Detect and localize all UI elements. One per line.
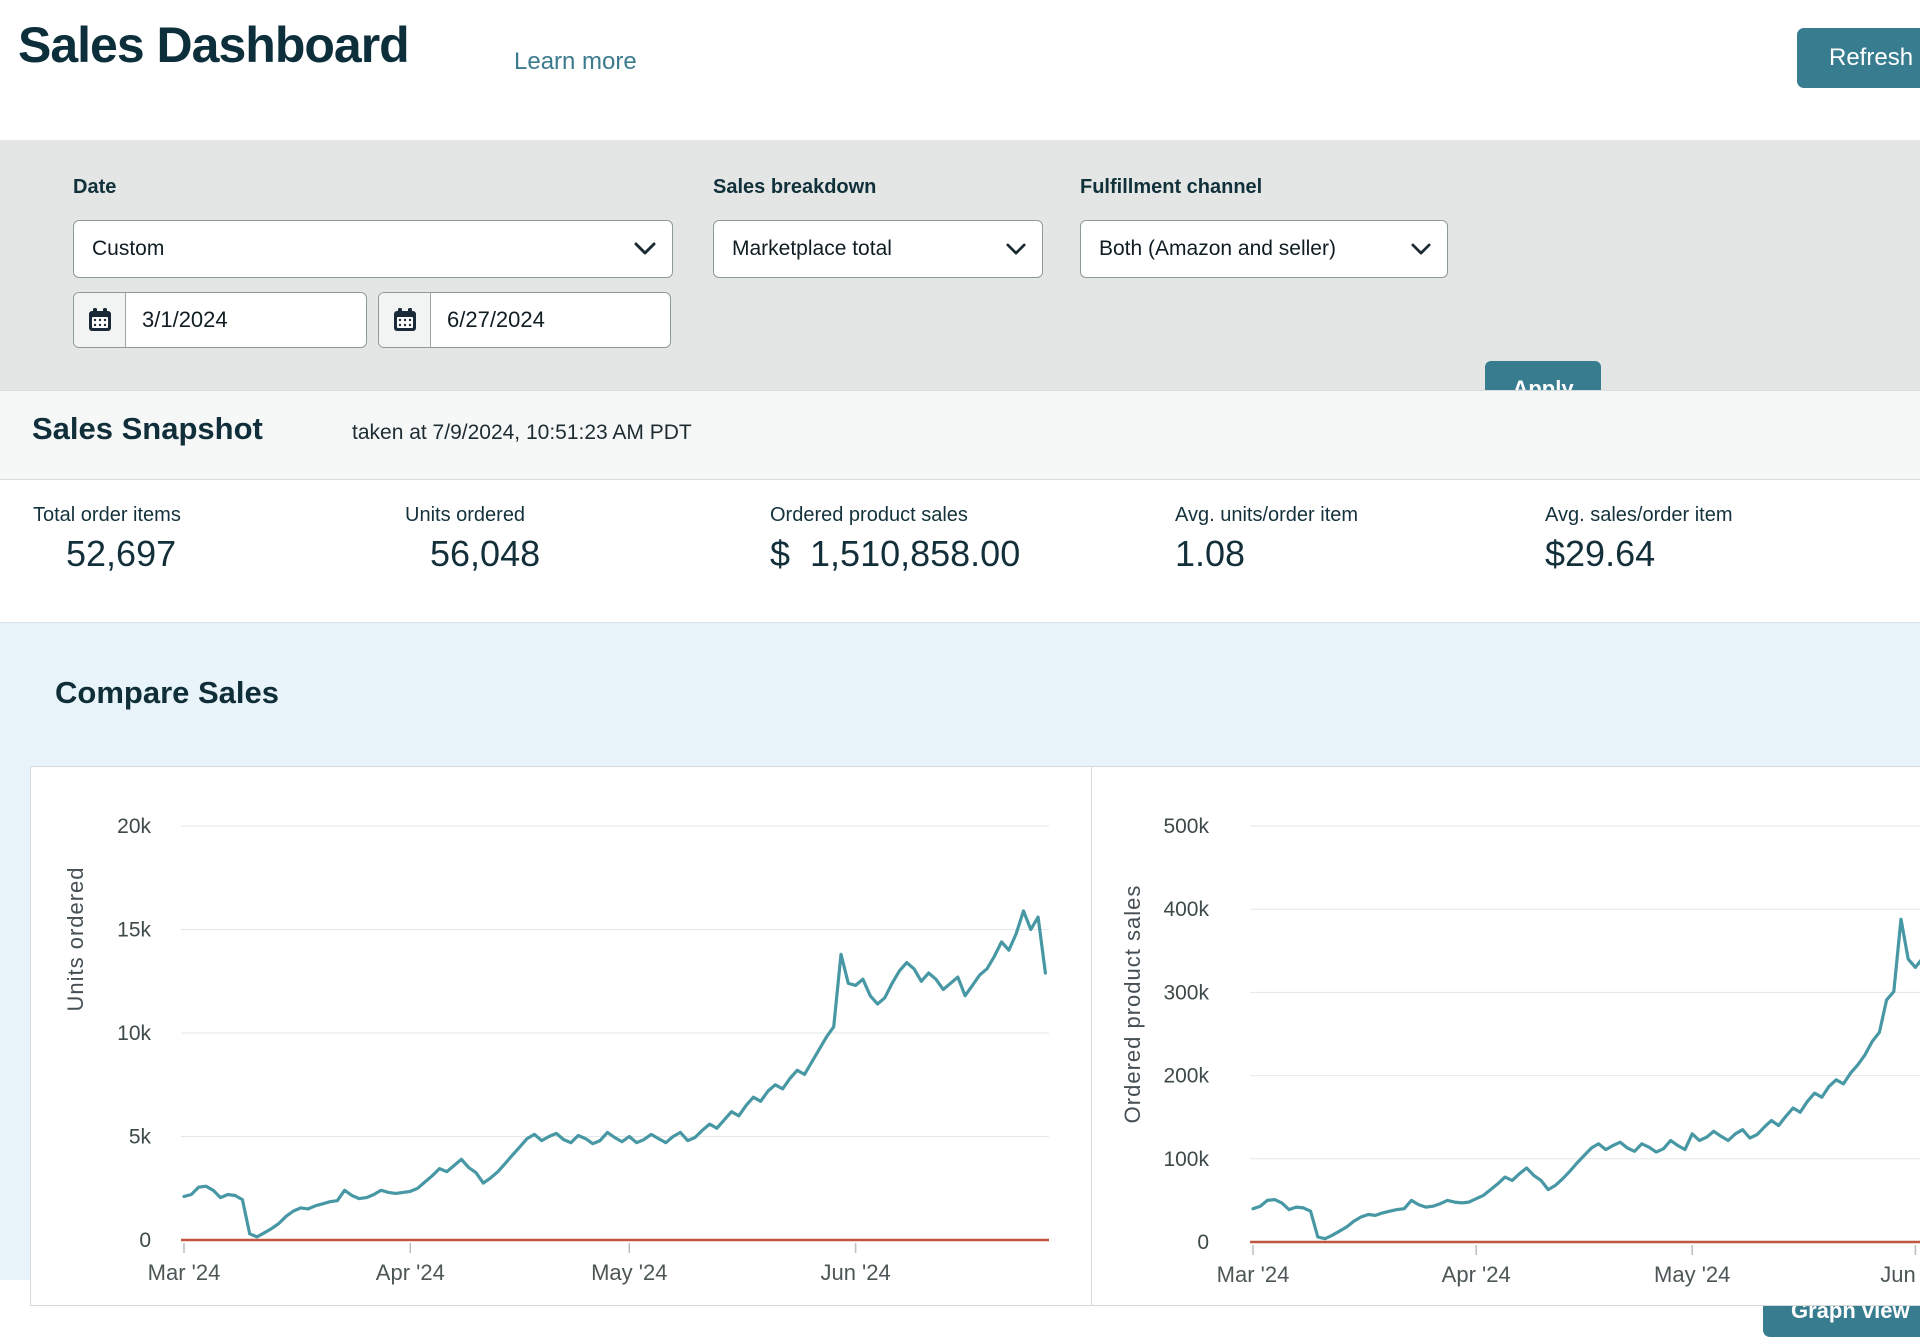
svg-text:15k: 15k [117, 919, 151, 942]
filter-bar: Date Custom 3/1/2024 6/27/2024 Sales bre… [0, 140, 1920, 390]
date-range-select[interactable]: Custom [73, 220, 673, 278]
svg-text:500k: 500k [1163, 815, 1209, 838]
svg-text:Units ordered: Units ordered [63, 866, 88, 1011]
sales-breakdown-selected-value: Marketplace total [732, 237, 892, 261]
svg-text:20k: 20k [117, 815, 151, 838]
metric-value: 52,697 [66, 533, 393, 575]
metric-label: Avg. sales/order item [1545, 504, 1920, 527]
svg-text:300k: 300k [1163, 981, 1209, 1004]
metric-ordered-product-sales: Ordered product sales $ 1,510,858.00 [770, 504, 1165, 575]
svg-text:10k: 10k [117, 1022, 151, 1045]
metric-value: $ 1,510,858.00 [770, 533, 1165, 575]
svg-text:Apr '24: Apr '24 [1442, 1262, 1511, 1287]
metric-label: Total order items [33, 504, 393, 527]
svg-text:May '24: May '24 [1654, 1262, 1730, 1287]
svg-text:Mar '24: Mar '24 [148, 1260, 221, 1285]
svg-text:Apr '24: Apr '24 [376, 1260, 445, 1285]
svg-text:Mar '24: Mar '24 [1217, 1262, 1290, 1287]
metric-label: Ordered product sales [770, 504, 1165, 527]
svg-text:100k: 100k [1163, 1148, 1209, 1171]
metric-avg-sales-per-order: Avg. sales/order item $29.64 [1545, 504, 1920, 575]
end-date-value[interactable]: 6/27/2024 [431, 293, 545, 347]
compare-sales-title: Compare Sales [55, 675, 279, 711]
metric-units-ordered: Units ordered 56,048 [405, 504, 760, 575]
sales-breakdown-select[interactable]: Marketplace total [713, 220, 1043, 278]
snapshot-metrics-row: Total order items 52,697 Units ordered 5… [0, 480, 1920, 622]
svg-text:200k: 200k [1163, 1065, 1209, 1088]
fulfillment-channel-select[interactable]: Both (Amazon and seller) [1080, 220, 1448, 278]
end-date-input[interactable]: 6/27/2024 [378, 292, 671, 348]
date-range-selected-value: Custom [92, 237, 164, 261]
start-date-value[interactable]: 3/1/2024 [126, 293, 228, 347]
svg-text:Jun '24: Jun '24 [1880, 1262, 1920, 1287]
page-title: Sales Dashboard [18, 16, 409, 74]
date-label: Date [73, 176, 116, 199]
chevron-down-icon [634, 242, 656, 256]
metric-avg-units-per-order: Avg. units/order item 1.08 [1175, 504, 1535, 575]
page-header: Sales Dashboard Learn more Refresh [0, 0, 1920, 140]
svg-text:0: 0 [1197, 1231, 1209, 1254]
fulfillment-channel-label: Fulfillment channel [1080, 176, 1262, 199]
metric-total-order-items: Total order items 52,697 [33, 504, 393, 575]
calendar-icon[interactable] [379, 293, 431, 347]
metric-value: $29.64 [1545, 533, 1920, 575]
svg-text:5k: 5k [129, 1126, 152, 1149]
sales-snapshot-title: Sales Snapshot [32, 411, 263, 447]
metric-value: 56,048 [430, 533, 760, 575]
metric-label: Units ordered [405, 504, 760, 527]
chevron-down-icon [1411, 243, 1431, 256]
learn-more-link[interactable]: Learn more [514, 48, 637, 76]
ordered-product-sales-line-chart: 0 100k 200k 300k 400k 500k Mar '24 Apr '24 May '… [1092, 769, 1920, 1305]
fulfillment-channel-selected-value: Both (Amazon and seller) [1099, 237, 1336, 261]
svg-text:0: 0 [139, 1229, 151, 1252]
compare-sales-chart-card: 0 5k 10k 15k 20k Mar '24 Apr '24 May '24 Jun '24… [30, 766, 1920, 1306]
start-date-input[interactable]: 3/1/2024 [73, 292, 367, 348]
refresh-button[interactable]: Refresh [1797, 28, 1920, 88]
svg-text:400k: 400k [1163, 898, 1209, 921]
snapshot-timestamp: taken at 7/9/2024, 10:51:23 AM PDT [352, 421, 692, 445]
metric-value: 1.08 [1175, 533, 1535, 575]
svg-text:Ordered product sales: Ordered product sales [1120, 885, 1145, 1124]
sales-breakdown-label: Sales breakdown [713, 176, 876, 199]
chevron-down-icon [1006, 243, 1026, 256]
chart-divider: 0 100k 200k 300k 400k 500k Mar '24 Apr '24 May '… [1091, 767, 1920, 1305]
calendar-icon[interactable] [74, 293, 126, 347]
compare-sales-section: Compare Sales Graph view 05k10k15k20kMar… [0, 622, 1920, 1280]
units-ordered-line-chart: 0 5k 10k 15k 20k Mar '24 Apr '24 May '24 Jun '24… [31, 769, 1091, 1305]
svg-text:Jun '24: Jun '24 [820, 1260, 890, 1285]
sales-snapshot-header: Sales Snapshot taken at 7/9/2024, 10:51:… [0, 390, 1920, 480]
svg-text:May '24: May '24 [591, 1260, 667, 1285]
metric-label: Avg. units/order item [1175, 504, 1535, 527]
